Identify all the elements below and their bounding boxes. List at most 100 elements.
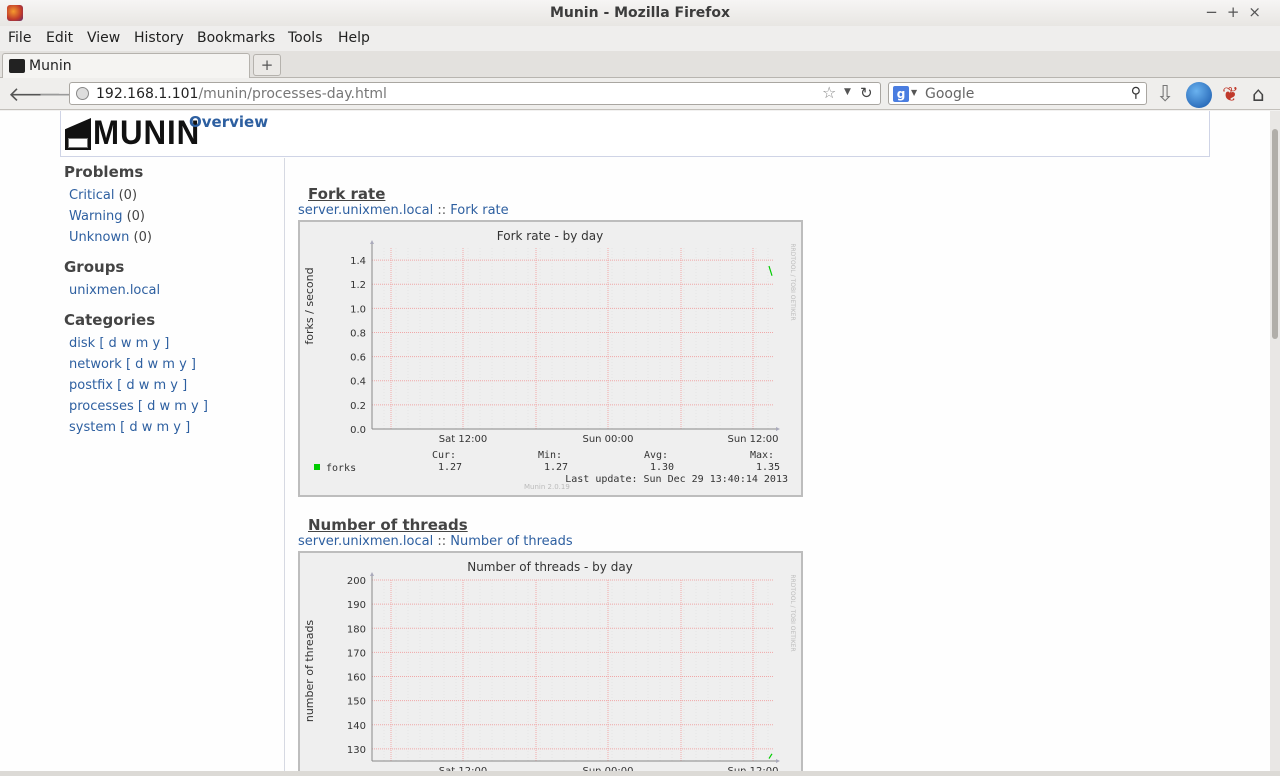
problem-warning[interactable]: Warning (0) [69,206,279,227]
menu-file[interactable]: File [8,30,31,46]
x-tick-label: Sat 12:00 [439,434,487,445]
category-label[interactable]: system [69,420,116,435]
crumb-host-link[interactable]: server.unixmen.local [298,534,433,549]
overview-link[interactable]: Overview [189,113,268,131]
legend-max-label: Max: [750,450,774,461]
y-tick-label: 0.2 [350,401,366,412]
legend-avg-label: Avg: [644,450,668,461]
munin-favicon-icon [9,59,25,73]
threads-graph[interactable]: Number of threads - by day number of thr… [298,551,803,771]
series-line [768,265,773,276]
problem-unknown[interactable]: Unknown (0) [69,227,279,248]
media-player-icon[interactable] [1186,82,1212,108]
y-tick-label: 160 [347,673,366,684]
graph-breadcrumb: server.unixmen.local :: Fork rate [298,203,509,218]
window-controls[interactable]: −+× [1205,3,1270,21]
crumb-separator: :: [437,203,447,218]
x-axis-arrow [776,427,780,431]
new-tab-button[interactable]: + [253,54,281,76]
category-processes[interactable]: processes [ d w m y ] [69,396,279,417]
crumb-host-link[interactable]: server.unixmen.local [298,203,433,218]
problem-label[interactable]: Warning [69,209,122,224]
y-tick-label: 0.4 [350,377,366,388]
scrollbar-thumb[interactable] [1272,129,1278,339]
category-label[interactable]: postfix [69,378,113,393]
sidebar: Problems Critical (0) Warning (0) Unknow… [64,163,279,438]
category-period-links[interactable]: [ d w m y ] [126,357,196,372]
problem-critical[interactable]: Critical (0) [69,185,279,206]
search-input[interactable]: Google [925,86,974,102]
category-label[interactable]: disk [69,336,95,351]
legend-cur-value: 1.27 [438,462,462,473]
menu-history[interactable]: History [134,30,184,46]
logo-text: MUNIN [93,114,201,152]
graph-breadcrumb: server.unixmen.local :: Number of thread… [298,534,573,549]
url-text[interactable]: 192.168.1.101/munin/processes-day.html [96,86,387,102]
y-tick-label: 0.6 [350,353,366,364]
plot-area: 0.0 0.2 0.4 0.6 0.8 1.0 1.2 1.4 Sat 12:00 Sun 00:… [350,240,780,445]
fork-rate-graph[interactable]: Fork rate - by day forks / second RRDTOO… [298,220,803,497]
minimize-icon[interactable]: − [1205,3,1227,21]
maximize-icon[interactable]: + [1227,3,1249,21]
problem-count: (0) [118,188,138,203]
menu-bookmarks[interactable]: Bookmarks [197,30,275,46]
groups-heading: Groups [64,258,125,276]
problem-label[interactable]: Critical [69,188,114,203]
crumb-plugin-link[interactable]: Number of threads [450,534,572,549]
bookmark-star-icon[interactable]: ☆ [822,83,836,102]
reload-icon[interactable]: ↻ [860,84,873,102]
graph-title-number-of-threads[interactable]: Number of threads [308,516,468,534]
site-identity-icon[interactable] [76,87,89,100]
x-tick-label: Sun 12:00 [727,434,778,445]
status-strip [0,771,1280,776]
vertical-scrollbar[interactable] [1270,111,1280,771]
menu-view[interactable]: View [87,30,120,46]
search-icon[interactable]: ⚲ [1131,85,1141,101]
search-bar[interactable]: g ▼ Google ⚲ [888,82,1147,105]
download-arrow-icon[interactable]: ⇩ [1156,82,1180,107]
category-period-links[interactable]: [ d w m y ] [99,336,169,351]
url-bar[interactable]: 192.168.1.101/munin/processes-day.html ☆… [69,82,881,105]
rrdtool-credit: RRDTOOL / TOBI OETIKER [789,243,796,320]
menu-edit[interactable]: Edit [46,30,73,46]
menu-tools[interactable]: Tools [288,30,323,46]
y-tick-label: 130 [347,745,366,756]
legend-cur-label: Cur: [432,450,456,461]
munin-logo[interactable]: MUNIN [65,114,199,152]
x-axis-arrow [776,759,780,763]
category-label[interactable]: processes [69,399,134,414]
url-dropdown-icon[interactable]: ▼ [844,87,851,97]
problems-heading: Problems [64,163,144,181]
category-system[interactable]: system [ d w m y ] [69,417,279,438]
threads-chart: Number of threads - by day number of thr… [303,560,796,771]
last-update: Last update: Sun Dec 29 13:40:14 2013 [565,474,788,485]
category-network[interactable]: network [ d w m y ] [69,354,279,375]
tab-munin[interactable]: Munin [2,53,250,79]
close-icon[interactable]: × [1248,3,1270,21]
problem-count: (0) [126,209,146,224]
graph-title-fork-rate[interactable]: Fork rate [308,185,385,203]
y-axis-label: forks / second [303,267,316,344]
group-unixmen-local[interactable]: unixmen.local [69,280,279,301]
legend-avg-value: 1.30 [650,462,674,473]
category-postfix[interactable]: postfix [ d w m y ] [69,375,279,396]
category-period-links[interactable]: [ d w m y ] [138,399,208,414]
y-axis-label: number of threads [303,620,316,723]
rrdtool-credit: RRDTOOL / TOBI OETIKER [789,574,796,651]
crumb-plugin-link[interactable]: Fork rate [450,203,508,218]
engine-dropdown-icon[interactable]: ▼ [911,88,917,97]
category-disk[interactable]: disk [ d w m y ] [69,333,279,354]
category-label[interactable]: network [69,357,122,372]
problem-label[interactable]: Unknown [69,230,129,245]
chart-title: Fork rate - by day [497,229,603,243]
legend-min-label: Min: [538,450,562,461]
google-engine-icon[interactable]: g [893,86,909,102]
extension-leaf-icon[interactable]: ❦ [1222,82,1246,106]
munin-watermark: Munin 2.0.19 [524,483,570,491]
category-period-links[interactable]: [ d w m y ] [120,420,190,435]
logo-badge [68,138,88,148]
home-icon[interactable]: ⌂ [1252,82,1276,106]
menu-help[interactable]: Help [338,30,370,46]
category-period-links[interactable]: [ d w m y ] [117,378,187,393]
legend-name: forks [326,463,356,474]
